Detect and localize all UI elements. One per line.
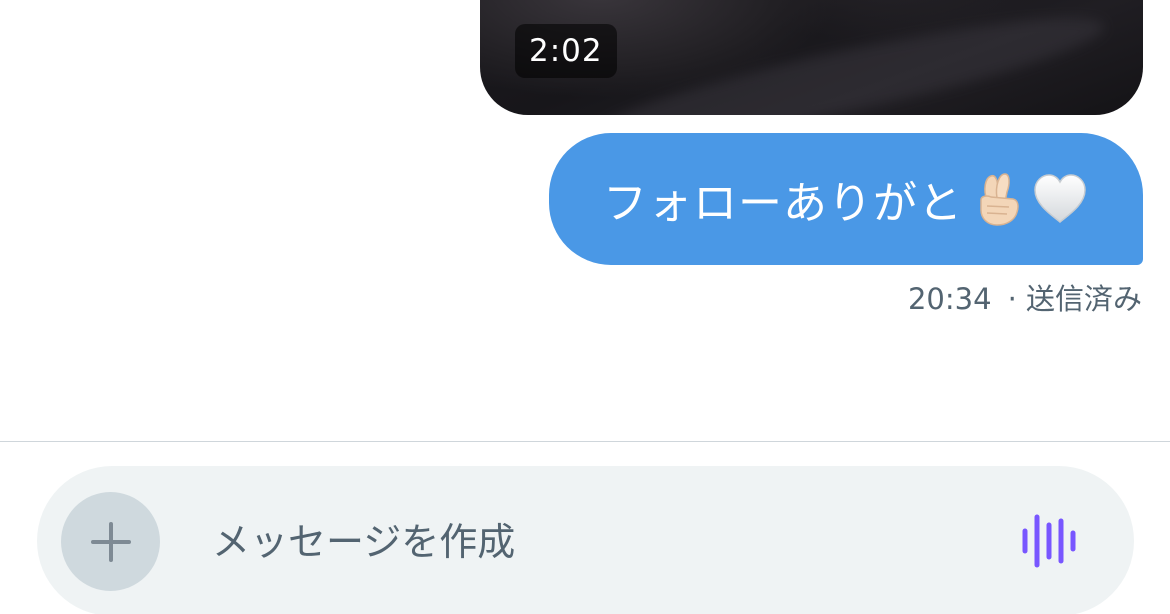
waveform-icon [1022, 514, 1076, 568]
message-emoji [973, 170, 1089, 228]
message-meta: 20:34 · 送信済み [908, 276, 1142, 318]
message-time: 20:34 [907, 282, 992, 316]
dm-conversation-screen: 2:02 フォローありがと 20:34 · 送信済み メッセージを作成 [0, 0, 1170, 614]
plus-icon [90, 521, 131, 562]
composer-divider [0, 441, 1170, 442]
message-status: · 送信済み [1007, 282, 1142, 316]
message-composer [37, 466, 1134, 614]
voice-message-button[interactable] [1017, 511, 1081, 571]
video-thumbnail-shadow [589, 0, 1111, 115]
video-duration-badge: 2:02 [515, 24, 617, 78]
video-message[interactable]: 2:02 [480, 0, 1143, 115]
white-heart-emoji-icon [1034, 174, 1086, 223]
add-media-button[interactable] [61, 492, 160, 591]
crossed-fingers-emoji-icon [980, 173, 1019, 226]
message-input[interactable] [212, 512, 972, 572]
sent-message-bubble[interactable]: フォローありがと [549, 133, 1143, 265]
message-text: フォローありがと [603, 178, 963, 229]
